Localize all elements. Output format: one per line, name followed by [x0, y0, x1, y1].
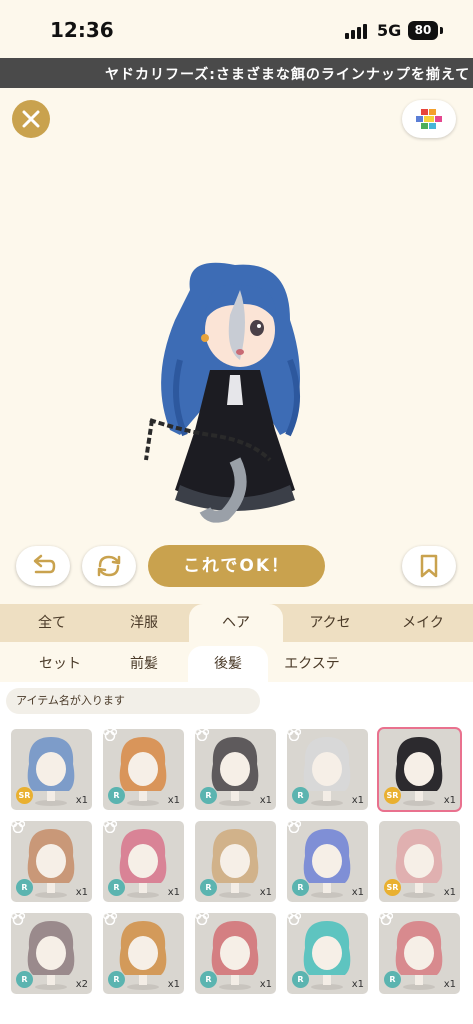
- undo-icon: [33, 554, 56, 574]
- item-card[interactable]: Rx2: [11, 913, 92, 994]
- tab-all[interactable]: 全て: [5, 604, 99, 642]
- rarity-badge: R: [108, 971, 125, 988]
- category-tabs: 全て 洋服 ヘア アクセ メイク: [0, 604, 473, 642]
- tab-accessory[interactable]: アクセ: [283, 604, 377, 642]
- rarity-badge: R: [292, 879, 309, 896]
- subtab-extension[interactable]: エクステ: [272, 646, 352, 682]
- item-card[interactable]: Rx1: [103, 913, 184, 994]
- rarity-badge: R: [200, 971, 217, 988]
- item-quantity: x1: [351, 795, 364, 806]
- network-type: 5G: [377, 21, 402, 40]
- item-card[interactable]: Rx1: [287, 729, 368, 810]
- subtab-set[interactable]: セット: [20, 646, 100, 682]
- bear-icon: [103, 913, 117, 925]
- confirm-button[interactable]: これでOK！: [148, 545, 325, 587]
- status-bar: 12:36 5G 80: [0, 0, 473, 58]
- bear-icon: [287, 729, 301, 741]
- item-card[interactable]: Rx1: [379, 913, 460, 994]
- item-quantity: x1: [259, 795, 272, 806]
- news-ticker[interactable]: ヤドカリフーズ:さまざまな餌のラインナップを揃えて: [0, 58, 473, 88]
- bear-icon: [195, 729, 209, 741]
- ticker-text: ヤドカリフーズ:さまざまな餌のラインナップを揃えて: [105, 67, 471, 83]
- reset-button[interactable]: [82, 546, 136, 586]
- bear-icon: [287, 821, 301, 833]
- battery-tip: [440, 27, 443, 34]
- subtab-front-hair[interactable]: 前髪: [104, 646, 184, 682]
- item-quantity: x1: [351, 887, 364, 898]
- bear-icon: [11, 821, 25, 833]
- close-icon: [22, 110, 40, 128]
- item-quantity: x1: [167, 795, 180, 806]
- bookmark-button[interactable]: [402, 546, 456, 586]
- item-card[interactable]: Rx1: [287, 913, 368, 994]
- rarity-badge: R: [292, 971, 309, 988]
- bear-icon: [103, 821, 117, 833]
- refresh-icon: [97, 555, 121, 577]
- palette-button[interactable]: [402, 100, 456, 138]
- item-card[interactable]: Rx1: [103, 821, 184, 902]
- item-quantity: x1: [443, 979, 456, 990]
- item-quantity: x1: [167, 887, 180, 898]
- rarity-badge: R: [292, 787, 309, 804]
- bear-icon: [11, 913, 25, 925]
- rarity-badge: SR: [384, 879, 401, 896]
- rarity-badge: SR: [16, 787, 33, 804]
- item-quantity: x1: [75, 887, 88, 898]
- item-quantity: x1: [259, 887, 272, 898]
- tab-makeup[interactable]: メイク: [376, 604, 470, 642]
- bear-icon: [103, 729, 117, 741]
- tab-hair[interactable]: ヘア: [189, 604, 283, 642]
- item-quantity: x1: [443, 887, 456, 898]
- bear-icon: [195, 913, 209, 925]
- bookmark-icon: [420, 554, 438, 578]
- rarity-badge: R: [108, 787, 125, 804]
- rarity-badge: R: [200, 787, 217, 804]
- item-card[interactable]: Rx1: [287, 821, 368, 902]
- bear-icon: [379, 913, 393, 925]
- item-quantity: x1: [351, 979, 364, 990]
- rarity-badge: R: [16, 879, 33, 896]
- item-card[interactable]: Rx1: [11, 821, 92, 902]
- item-quantity: x2: [75, 979, 88, 990]
- signal-icon: [345, 23, 369, 39]
- rarity-badge: R: [108, 879, 125, 896]
- rarity-badge: R: [200, 879, 217, 896]
- rarity-badge: R: [384, 971, 401, 988]
- search-input[interactable]: アイテム名が入ります: [6, 688, 260, 714]
- item-card[interactable]: Rx1: [195, 729, 276, 810]
- item-card[interactable]: SR x1: [379, 729, 460, 810]
- item-list: アイテム名が入ります SR x1 Rx1 Rx1 Rx1 SR x1 Rx1 Rx1 Rx1 Rx1…: [0, 682, 473, 1024]
- bear-icon: [287, 913, 301, 925]
- battery-icon: 80: [408, 21, 438, 40]
- rarity-badge: SR: [384, 787, 401, 804]
- hair-subtabs: セット 前髪 後髪 エクステ: [0, 642, 473, 682]
- item-card[interactable]: Rx1: [195, 821, 276, 902]
- item-quantity: x1: [259, 979, 272, 990]
- item-card[interactable]: Rx1: [195, 913, 276, 994]
- item-quantity: x1: [167, 979, 180, 990]
- tab-clothes[interactable]: 洋服: [97, 604, 191, 642]
- status-time: 12:36: [50, 18, 114, 42]
- item-quantity: x1: [75, 795, 88, 806]
- item-card[interactable]: SR x1: [11, 729, 92, 810]
- subtab-back-hair[interactable]: 後髪: [188, 646, 268, 682]
- close-button[interactable]: [12, 100, 50, 138]
- item-card[interactable]: Rx1: [103, 729, 184, 810]
- avatar-preview: [144, 262, 301, 523]
- item-card[interactable]: SR x1: [379, 821, 460, 902]
- item-quantity: x1: [443, 795, 456, 806]
- undo-button[interactable]: [16, 546, 70, 586]
- palette-icon: [416, 109, 442, 129]
- rarity-badge: R: [16, 971, 33, 988]
